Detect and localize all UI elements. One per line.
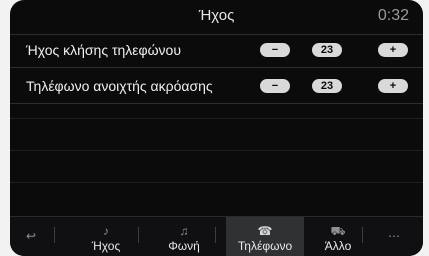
divider [10,118,423,119]
minus-button[interactable]: − [260,79,290,93]
tab-label: Άλλο [324,239,352,253]
plus-button[interactable]: + [378,79,408,93]
setting-label: Τηλέφωνο ανοιχτής ακρόασης [26,78,213,94]
settings-row-ringtone: Ήχος κλήσης τηλεφώνου − 23 + [10,36,423,68]
tab-other[interactable]: ⛟ Άλλο [310,217,366,256]
divider [215,227,216,243]
volume-value: 23 [312,79,342,93]
back-icon: ↩ [25,229,37,243]
tab-sound[interactable]: ♪ Ήχος [82,217,130,256]
more-button[interactable]: ⋯ [368,217,420,256]
nav-back[interactable]: ↩ [14,217,48,256]
minus-button[interactable]: − [260,43,290,57]
header: Ήχος 0:32 [10,0,423,35]
page-title: Ήχος [198,7,235,24]
music-note-icon: ♪ [103,224,109,238]
tab-voice[interactable]: ♫ Φωνή [158,217,210,256]
voice-icon: ♫ [179,224,189,238]
divider [10,150,423,151]
tab-label: Ήχος [91,239,121,253]
divider [138,227,139,243]
tab-label: Τηλέφωνο [237,239,293,253]
car-icon: ⛟ [330,224,346,238]
tab-label: Φωνή [168,239,200,253]
volume-value: 23 [312,43,342,57]
bottom-nav: ↩ ♪ Ήχος ♫ Φωνή ☎ Τηλέφωνο ⛟ Άλλο ⋯ [10,216,423,256]
settings-row-handsfree: Τηλέφωνο ανοιχτής ακρόασης − 23 + [10,72,423,104]
more-icon: ⋯ [388,229,400,243]
tab-phone[interactable]: ☎ Τηλέφωνο [226,217,304,256]
setting-label: Ήχος κλήσης τηλεφώνου [26,42,181,58]
divider [54,227,55,243]
divider [10,182,423,183]
divider [362,227,363,243]
screen: Ήχος 0:32 Ήχος κλήσης τηλεφώνου − 23 + Τ… [10,0,423,256]
phone-icon: ☎ [257,224,273,238]
plus-button[interactable]: + [378,43,408,57]
clock: 0:32 [377,7,409,24]
